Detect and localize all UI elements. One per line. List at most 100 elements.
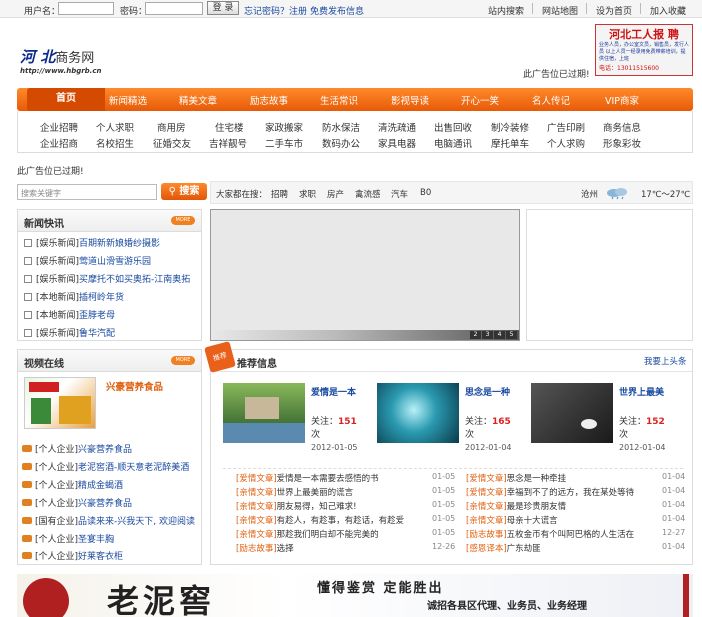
list-item[interactable]: [个人企业]圣宴丰胸 [22, 532, 114, 546]
category-link[interactable]: 形象彩妆 [603, 136, 641, 150]
list-item[interactable]: [国有企业]品读来来-兴我天下, 欢迎阅读 [22, 514, 195, 528]
item-link[interactable]: 莺道山滑雪游乐园 [79, 257, 151, 267]
item-link[interactable]: 老泥窖酒-顺天意老泥醉美酒 [78, 463, 189, 473]
list-item[interactable]: [亲情文章]母亲十大谎言 01-04 [466, 514, 686, 527]
item-link[interactable]: 最是珍贵朋友情 [507, 502, 567, 512]
item-link[interactable]: 世界上最美丽的谎言 [277, 488, 354, 498]
forgot-password-link[interactable]: 忘记密码？ [244, 4, 289, 17]
list-item[interactable]: [娱乐新闻]鲁华汽配 [24, 326, 115, 340]
item-link[interactable]: 品读来来-兴我天下, 欢迎阅读 [78, 517, 195, 527]
category-link[interactable]: 住宅楼 [215, 120, 244, 134]
hot-keyword[interactable]: 招聘 [271, 188, 288, 200]
list-item[interactable]: [娱乐新闻]莺道山滑雪游乐园 [24, 254, 151, 268]
item-link[interactable]: 五枚金币有个叫阿巴格的人生活在 [507, 530, 635, 540]
list-item[interactable]: [亲情文章]有趁人，有趁事，有趁话，有趁爱 01-05 [236, 514, 456, 527]
nav-item-stories[interactable]: 励志故事 [250, 93, 288, 107]
liquor-banner-ad[interactable]: 老泥窖 懂得鉴赏 定能胜出 诚招各县区代理、业务员、业务经理 [17, 574, 693, 617]
item-link[interactable]: 圣宴丰胸 [78, 535, 114, 545]
hot-keyword[interactable]: 求职 [299, 188, 316, 200]
slider-page-button[interactable]: 4 [494, 331, 505, 339]
list-item[interactable]: [亲情文章]最是珍贵朋友情 01-04 [466, 500, 686, 513]
card-title[interactable]: 世界上最美 [619, 385, 664, 398]
nav-item-biography[interactable]: 名人传记 [532, 93, 570, 107]
recommend-card[interactable]: 爱情是一本 关注：151 次 2012-01-05 [223, 383, 375, 458]
headline-link[interactable]: 我要上头条 [644, 355, 687, 367]
list-item[interactable]: [励志故事]选择 12-26 [236, 542, 456, 555]
category-link[interactable]: 摩托单车 [491, 136, 529, 150]
add-favorite-link[interactable]: 加入收藏 [650, 4, 686, 17]
nav-item-news[interactable]: 新闻精选 [109, 93, 147, 107]
list-item[interactable]: [亲情文章]那趁我们明白却不能完美的 01-05 [236, 528, 456, 541]
item-link[interactable]: 广东劫匪 [507, 544, 541, 554]
search-input[interactable]: 搜索关键字 [17, 184, 157, 200]
category-link[interactable]: 个人求职 [96, 120, 134, 134]
item-link[interactable]: 鲁华汽配 [79, 329, 115, 339]
category-link[interactable]: 个人求购 [547, 136, 585, 150]
category-link[interactable]: 出售回收 [434, 120, 472, 134]
register-link[interactable]: 注册 [289, 4, 307, 17]
nav-item-life[interactable]: 生活常识 [320, 93, 358, 107]
list-item[interactable]: [娱乐新闻]百期新新娘婚纱摄影 [24, 236, 160, 250]
nav-item-home[interactable]: 首页 [27, 88, 105, 111]
free-post-link[interactable]: 免费发布信息 [310, 4, 364, 17]
news-flash-more-button[interactable]: MORE [171, 216, 195, 225]
list-item[interactable]: [爱情文章]爱情是一本需要去感悟的书 01-05 [236, 472, 456, 485]
list-item[interactable]: [亲情文章]朋友易得，知己难求! 01-05 [236, 500, 456, 513]
category-link[interactable]: 企业招聘 [40, 120, 78, 134]
nav-item-movies[interactable]: 影视导读 [391, 93, 429, 107]
category-link[interactable]: 清洗疏通 [378, 120, 416, 134]
slider-page-button[interactable]: 5 [506, 331, 517, 339]
category-link[interactable]: 征婚交友 [153, 136, 191, 150]
site-logo[interactable]: 河 北商务网 http://www.hbgrb.cn [20, 46, 110, 76]
item-link[interactable]: 插柯岭年货 [79, 293, 124, 303]
category-link[interactable]: 名校招生 [96, 136, 134, 150]
category-link[interactable]: 电脑通讯 [434, 136, 472, 150]
list-item[interactable]: [亲情文章]世界上最美丽的谎言 01-05 [236, 486, 456, 499]
hot-keyword[interactable]: B0 [420, 188, 431, 198]
password-input[interactable] [145, 2, 203, 15]
item-link[interactable]: 那趁我们明白却不能完美的 [277, 530, 379, 540]
card-image[interactable] [223, 383, 305, 443]
set-home-link[interactable]: 设为首页 [596, 4, 632, 17]
nav-item-jokes[interactable]: 开心一笑 [461, 93, 499, 107]
video-thumbnail[interactable] [24, 377, 96, 429]
item-link[interactable]: 好莱客衣柜 [78, 552, 123, 562]
category-link[interactable]: 广告印刷 [547, 120, 585, 134]
item-link[interactable]: 爱情是一本需要去感悟的书 [277, 474, 379, 484]
list-item[interactable]: [本地新闻]歪脖老母 [24, 308, 115, 322]
list-item[interactable]: [本地新闻]插柯岭年货 [24, 290, 124, 304]
nav-item-vip[interactable]: VIP商家 [605, 93, 639, 107]
list-item[interactable]: [励志故事]五枚金币有个叫阿巴格的人生活在 12-27 [466, 528, 686, 541]
login-button[interactable]: 登 录 [207, 1, 239, 15]
category-link[interactable]: 数码办公 [322, 136, 360, 150]
search-button[interactable]: ⚲ 搜索 [161, 183, 207, 200]
list-item[interactable]: [爱情文章]思念是一种牵挂 01-04 [466, 472, 686, 485]
site-map-link[interactable]: 网站地图 [542, 4, 578, 17]
item-link[interactable]: 思念是一种牵挂 [507, 474, 567, 484]
item-link[interactable]: 买摩托不如买奥拓-江南奥拓 [79, 275, 190, 285]
recommend-card[interactable]: 思念是一种 关注：165 次 2012-01-04 [377, 383, 529, 458]
item-link[interactable]: 百期新新娘婚纱摄影 [79, 239, 160, 249]
slider-page-button[interactable]: 3 [482, 331, 493, 339]
video-feature-title[interactable]: 兴豪营养食品 [106, 379, 163, 393]
item-link[interactable]: 有趁人，有趁事，有趁话，有趁爱 [277, 516, 405, 526]
list-item[interactable]: [个人企业]好莱客衣柜 [22, 549, 123, 563]
image-slider[interactable]: 2 3 4 5 [210, 209, 520, 341]
list-item[interactable]: [个人企业]老泥窖酒-顺天意老泥醉美酒 [22, 460, 189, 474]
video-more-button[interactable]: MORE [171, 356, 195, 365]
list-item[interactable]: [个人企业]兴豪营养食品 [22, 442, 132, 456]
category-link[interactable]: 吉祥靓号 [209, 136, 247, 150]
category-link[interactable]: 企业招商 [40, 136, 78, 150]
category-link[interactable]: 商用房 [157, 120, 186, 134]
category-link[interactable]: 二手车市 [265, 136, 303, 150]
card-image[interactable] [531, 383, 613, 443]
item-link[interactable]: 朋友易得，知己难求! [277, 502, 357, 512]
list-item[interactable]: [爱情文章]幸福到不了的远方，我在某处等待 01-04 [466, 486, 686, 499]
category-link[interactable]: 商务信息 [603, 120, 641, 134]
item-link[interactable]: 母亲十大谎言 [507, 516, 558, 526]
recruit-ad[interactable]: 河北工人报 聘 业务人员，办公室文员，销售员，发行人员 以上人员一经录用免费带薪… [595, 24, 693, 76]
slider-page-button[interactable]: 2 [470, 331, 481, 339]
site-search-link[interactable]: 站内搜索 [488, 4, 524, 17]
list-item[interactable]: [个人企业]精成金蝎酒 [22, 478, 123, 492]
item-link[interactable]: 歪脖老母 [79, 311, 115, 321]
